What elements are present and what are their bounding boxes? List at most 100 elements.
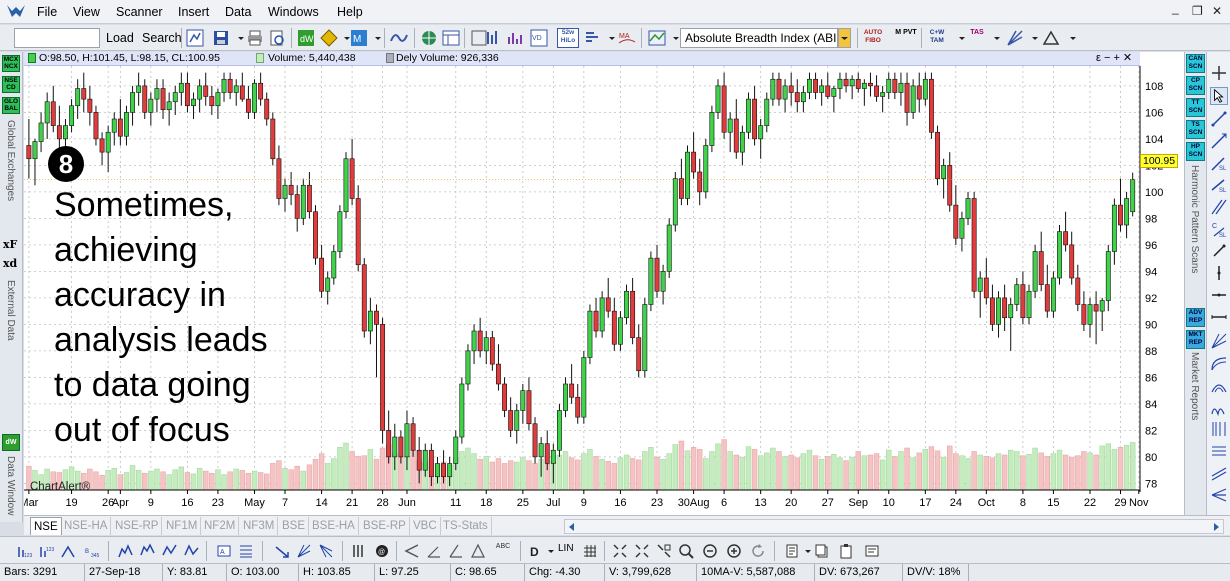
dropdown-arrow-icon[interactable] <box>1064 29 1082 47</box>
cycle-lines-icon[interactable] <box>1210 398 1228 416</box>
zoom-area-icon[interactable] <box>656 543 672 559</box>
tab-nf2m[interactable]: NF2M <box>201 517 240 535</box>
external-feed-button[interactable]: xF <box>3 238 17 251</box>
pointer-icon[interactable] <box>1210 87 1228 105</box>
vertical-line-icon[interactable] <box>1210 264 1228 282</box>
advance-report-button[interactable]: ADV REP <box>1186 308 1205 327</box>
draw-mode-icon[interactable]: D <box>528 543 544 559</box>
horizontal-line-icon[interactable] <box>1210 286 1228 304</box>
tab-vbc[interactable]: VBC <box>410 517 441 535</box>
notes-icon[interactable] <box>784 543 800 559</box>
linear-scale-button[interactable]: LIN <box>558 543 574 554</box>
clipboard-icon[interactable] <box>838 543 854 559</box>
volume-bars-icon[interactable] <box>506 29 524 47</box>
crosshair-icon[interactable] <box>1210 64 1228 82</box>
speed-line-icon[interactable]: SL <box>1210 154 1228 172</box>
export-icon[interactable] <box>864 543 880 559</box>
ray-icon[interactable] <box>1210 132 1228 150</box>
cw-tam-button[interactable]: C+W TAM <box>926 29 948 47</box>
dropdown-arrow-icon[interactable] <box>543 543 559 559</box>
fan-lines-alt-icon[interactable] <box>318 543 334 559</box>
tab-bse-ha[interactable]: BSE-HA <box>309 517 359 535</box>
global-exchanges-label[interactable]: Global Exchanges <box>5 120 16 201</box>
arrow-tool-icon[interactable] <box>274 543 290 559</box>
mcx-ncx-button[interactable]: MCX NCX <box>2 55 20 72</box>
wave-icon[interactable] <box>390 29 408 47</box>
bars-123-alt-icon[interactable]: 123 <box>38 543 54 559</box>
indicator-combo-dropdown[interactable] <box>838 28 851 48</box>
menu-file[interactable]: File <box>37 5 57 19</box>
zoom-fit-icon[interactable] <box>612 543 628 559</box>
line-segment-icon[interactable] <box>1210 242 1228 260</box>
dropdown-arrow-icon[interactable] <box>988 29 1006 47</box>
fibonacci-retracement-icon[interactable] <box>238 543 254 559</box>
scroll-left-icon[interactable] <box>567 522 577 532</box>
symbol-input[interactable] <box>14 28 100 48</box>
moving-average-icon[interactable]: MA <box>618 29 636 47</box>
nse-cd-button[interactable]: NSE CD <box>2 76 20 93</box>
volume-dely-icon[interactable]: VD <box>530 29 548 47</box>
menu-insert[interactable]: Insert <box>178 5 209 19</box>
external-data-button[interactable]: xd <box>3 257 17 270</box>
trendline-icon[interactable] <box>1210 110 1228 128</box>
zoom-in-icon[interactable] <box>726 543 742 559</box>
tab-nf1m[interactable]: NF1M <box>163 517 202 535</box>
angle-measure-icon[interactable] <box>448 543 464 559</box>
regression-channel-icon[interactable] <box>1210 464 1228 482</box>
magnifier-icon[interactable] <box>678 543 694 559</box>
trendline-scan-button[interactable]: TT SCN <box>1186 98 1205 117</box>
indicator-combo[interactable]: Absolute Breadth Index (ABI <box>680 28 838 48</box>
m-pvt-button[interactable]: M PVT <box>895 29 917 47</box>
shape-draw-icon[interactable] <box>1042 29 1060 47</box>
channel-sl-icon[interactable]: CSL <box>1210 220 1228 238</box>
search-button[interactable]: Search <box>138 28 186 48</box>
marker-m-icon[interactable]: M <box>350 29 368 47</box>
tab-nse-rp[interactable]: NSE-RP <box>112 517 163 535</box>
trendline-fan-icon[interactable] <box>1006 29 1024 47</box>
vertical-bars-icon[interactable] <box>350 543 366 559</box>
tab-ts-stats[interactable]: TS-Stats <box>440 517 492 535</box>
hp-scan-button[interactable]: HP SCN <box>1186 142 1205 161</box>
auto-fibo-button[interactable]: AUTO FIBO <box>862 29 884 47</box>
minimize-button[interactable]: _ <box>1172 1 1179 15</box>
angle-arc-icon[interactable] <box>426 543 442 559</box>
speed-line-alt-icon[interactable]: SL <box>1210 176 1228 194</box>
restore-button[interactable]: ❐ <box>1192 4 1203 18</box>
menu-windows[interactable]: Windows <box>268 5 319 19</box>
tab-bse-rp[interactable]: BSE-RP <box>360 517 410 535</box>
chart-window-controls[interactable]: ε − + ✕ <box>1096 52 1132 65</box>
data-window-icon[interactable]: dW <box>297 29 315 47</box>
grid-toggle-icon[interactable] <box>582 543 598 559</box>
save-icon[interactable] <box>212 29 230 47</box>
text-annotation-icon[interactable]: A <box>216 543 232 559</box>
menu-help[interactable]: Help <box>337 5 363 19</box>
tab-nse-ha[interactable]: NSE-HA <box>61 517 112 535</box>
print-icon[interactable] <box>246 29 264 47</box>
gann-grid-icon[interactable] <box>1210 442 1228 460</box>
close-button[interactable]: ✕ <box>1212 4 1222 18</box>
market-report-button[interactable]: MKT REP <box>1186 330 1205 349</box>
chart-pattern-scan-button[interactable]: CP SCN <box>1186 76 1205 95</box>
bars-123-icon[interactable]: 123 <box>16 543 32 559</box>
elliott-triangle-icon[interactable] <box>184 543 200 559</box>
extended-line-icon[interactable] <box>1210 308 1228 326</box>
menu-view[interactable]: View <box>73 5 100 19</box>
fibonacci-arc-icon[interactable] <box>1210 376 1228 394</box>
data-window-button[interactable]: dW <box>2 434 20 451</box>
zoom-expand-icon[interactable] <box>634 543 650 559</box>
global-button[interactable]: GLO BAL <box>2 97 20 114</box>
bars-abc-icon[interactable] <box>60 543 76 559</box>
data-window-label[interactable]: Data Window <box>5 456 16 515</box>
triangle-tool-icon[interactable] <box>470 543 486 559</box>
52-week-hilo-button[interactable]: 52w HiLo <box>557 28 579 48</box>
tab-bse[interactable]: BSE <box>279 517 310 535</box>
tab-nse[interactable]: NSE <box>30 517 62 535</box>
tab-nf3m[interactable]: NF3M <box>240 517 279 535</box>
tas-button[interactable]: TAS <box>966 29 988 47</box>
spiral-icon[interactable]: @ <box>374 543 390 559</box>
andrews-pitchfork-icon[interactable] <box>1210 486 1228 504</box>
bars-wave-icon[interactable]: B345 <box>84 543 100 559</box>
horizontal-scrollbar[interactable] <box>564 519 1224 534</box>
ts-scan-button[interactable]: TS SCN <box>1186 120 1205 139</box>
arc-icon[interactable] <box>1210 354 1228 372</box>
